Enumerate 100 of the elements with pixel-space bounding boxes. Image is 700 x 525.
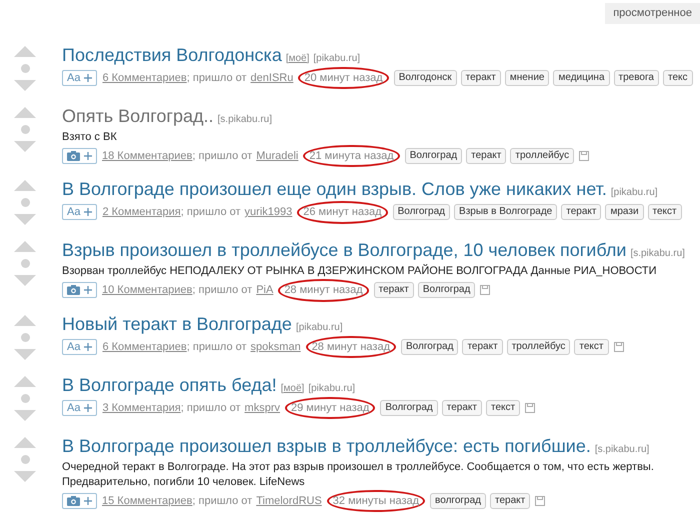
mine-link[interactable]: [моё] — [286, 50, 310, 66]
post-title[interactable]: Взрыв произошел в троллейбусе в Волгограде, 10 человек погибли — [62, 239, 626, 262]
tag-link[interactable]: мрази — [605, 204, 644, 220]
tag-link[interactable]: Взрыв в Волгограде — [454, 204, 558, 220]
tag-link[interactable]: текст — [486, 400, 520, 416]
post-title[interactable]: Опять Волгоград.. — [62, 104, 214, 128]
comments-link[interactable]: 6 Комментариев — [102, 338, 187, 355]
upvote-icon[interactable] — [14, 376, 36, 386]
text-post-button[interactable]: Aa — [62, 70, 98, 86]
tag-link[interactable]: теракт — [442, 400, 482, 416]
from-label: ; пришло от — [186, 70, 247, 86]
tag-link[interactable]: Волгоград — [404, 148, 462, 164]
tag-link[interactable]: теракт — [466, 148, 506, 164]
downvote-icon[interactable] — [14, 470, 36, 482]
from-label: ; пришло от — [192, 148, 252, 164]
tag-link[interactable]: Волгодонск — [394, 70, 457, 86]
tag-link[interactable]: троллейбус — [506, 338, 570, 355]
post-description: Взято с ВК — [62, 130, 118, 144]
post-title[interactable]: В Волгограде произошел взрыв в троллейбусе: есть погибшие. — [62, 434, 591, 458]
comments-link[interactable]: 3 Комментария — [102, 400, 181, 416]
source-domain: [pikabu.ru] — [610, 186, 658, 200]
tag-link[interactable]: медицина — [553, 70, 610, 86]
mine-link[interactable]: [моё] — [280, 380, 304, 396]
post-title[interactable]: Новый теракт в Волгограде — [62, 312, 292, 336]
plus-icon — [84, 152, 92, 160]
photo-post-button[interactable] — [62, 492, 97, 509]
plus-icon — [84, 208, 92, 216]
source-domain: [s.pikabu.ru] — [218, 112, 272, 126]
tag-link[interactable]: теракт — [460, 70, 501, 86]
comments-link[interactable]: 15 Комментариев — [102, 492, 192, 509]
author-link[interactable]: mksprv — [244, 400, 280, 416]
post-time: 20 минут назад — [298, 66, 389, 89]
tag-link[interactable]: троллейбус — [510, 148, 574, 164]
source-domain: [pikabu.ru] — [308, 382, 356, 396]
comments-link[interactable]: 2 Комментария — [102, 204, 181, 220]
camera-icon — [67, 150, 80, 161]
tag-link[interactable]: теракт — [561, 204, 602, 220]
upvote-icon[interactable] — [14, 180, 36, 191]
from-label: ; пришло от — [186, 340, 247, 354]
author-link[interactable]: spoksman — [250, 338, 301, 355]
author-link[interactable]: TimelordRUS — [256, 492, 322, 509]
text-post-button[interactable]: Aa — [62, 400, 98, 416]
source-domain: [s.pikabu.ru] — [630, 247, 685, 261]
from-label: ; пришло от — [180, 205, 241, 220]
save-icon[interactable] — [525, 402, 536, 413]
tag-link[interactable]: волгоград — [430, 492, 486, 509]
tag-link[interactable]: мнение — [504, 70, 550, 86]
plus-icon — [84, 496, 92, 505]
save-icon[interactable] — [535, 496, 546, 506]
post-title[interactable]: В Волгограде опять беда! — [62, 374, 277, 396]
comments-link[interactable]: 6 Комментариев — [102, 70, 187, 86]
post-time: 21 минута назад — [303, 144, 400, 167]
downvote-icon[interactable] — [14, 348, 36, 360]
downvote-icon[interactable] — [14, 140, 36, 152]
photo-post-button[interactable] — [62, 282, 97, 298]
author-link[interactable]: yurik1993 — [244, 204, 292, 220]
author-link[interactable]: PiA — [256, 282, 274, 298]
photo-post-button[interactable] — [62, 148, 97, 164]
comments-link[interactable]: 10 Комментариев — [102, 282, 192, 298]
dot-icon — [20, 259, 30, 268]
tag-link[interactable]: теракт — [374, 282, 414, 298]
author-link[interactable]: Muradeli — [256, 148, 298, 164]
plus-icon — [84, 286, 92, 294]
upvote-icon[interactable] — [14, 106, 36, 118]
save-icon[interactable] — [614, 342, 624, 352]
downvote-icon[interactable] — [14, 275, 36, 286]
downvote-icon[interactable] — [14, 410, 36, 420]
comments-link[interactable]: 18 Комментариев — [102, 148, 192, 164]
tag-link[interactable]: текст — [574, 338, 609, 355]
tag-link[interactable]: теракт — [490, 492, 530, 509]
tag-link[interactable]: теракт — [462, 338, 503, 355]
text-post-button[interactable]: Aa — [62, 338, 98, 355]
camera-icon — [67, 285, 80, 296]
upvote-icon[interactable] — [14, 241, 36, 252]
tag-link[interactable]: Волгоград — [401, 338, 458, 355]
tag-link[interactable]: Волгоград — [392, 204, 450, 220]
tag-link[interactable]: тревога — [614, 70, 659, 86]
source-domain: [s.pikabu.ru] — [594, 442, 650, 456]
upvote-icon[interactable] — [14, 436, 36, 448]
text-post-button[interactable]: Aa — [62, 204, 98, 220]
tag-link[interactable]: Волгоград — [380, 400, 438, 416]
plus-icon — [84, 342, 92, 351]
upvote-icon[interactable] — [14, 46, 36, 56]
tag-link[interactable]: текст — [648, 204, 682, 220]
save-icon[interactable] — [579, 150, 590, 161]
from-label: ; пришло от — [192, 494, 252, 508]
post-title[interactable]: В Волгограде произошел еще один взрыв. Слов уже никаких нет. — [62, 178, 607, 201]
post-time: 28 минут назад — [278, 279, 369, 302]
viewed-button[interactable]: просмотренное — [605, 3, 700, 24]
upvote-icon[interactable] — [14, 314, 36, 326]
source-domain: [pikabu.ru] — [296, 320, 343, 334]
save-icon[interactable] — [480, 285, 490, 296]
tag-link[interactable]: Волгоград — [418, 282, 476, 298]
author-link[interactable]: denISRu — [250, 70, 294, 86]
downvote-icon[interactable] — [14, 80, 36, 90]
dot-icon — [20, 454, 30, 464]
downvote-icon[interactable] — [14, 214, 36, 225]
post-title[interactable]: Последствия Волгодонска — [62, 44, 282, 66]
dot-icon — [20, 394, 30, 402]
tag-link[interactable]: текс — [663, 70, 693, 86]
